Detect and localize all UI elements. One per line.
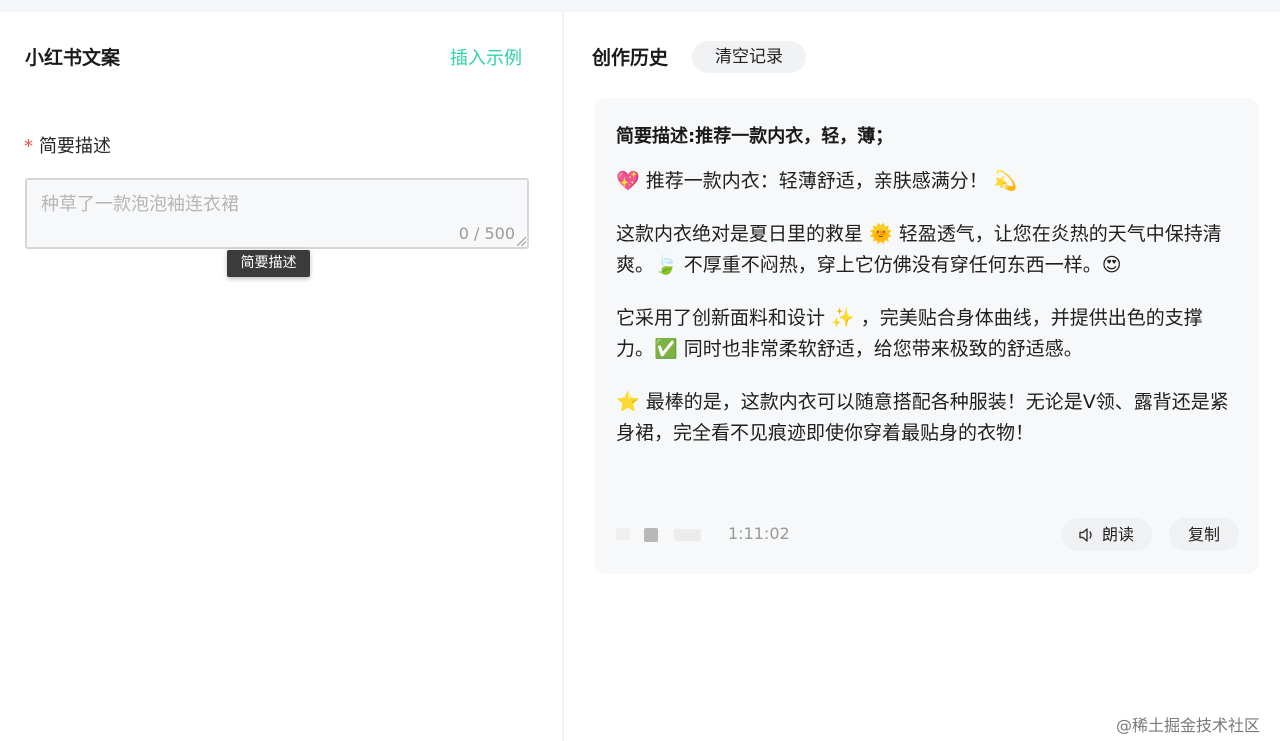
resize-handle-icon[interactable]: [517, 237, 526, 246]
panel-title: 小红书文案: [25, 47, 121, 69]
copy-button[interactable]: 复制: [1169, 518, 1239, 551]
card-paragraph: 💖 推荐一款内衣：轻薄舒适，亲肤感满分！ 💫: [616, 170, 1018, 192]
card-paragraph: ⭐ 最棒的是，这款内衣可以随意搭配各种服装！无论是V领、露背还是紧身裙，完全看不…: [616, 391, 1229, 444]
card-paragraph: 它采用了创新面料和设计 ✨ ，完美贴合身体曲线，并提供出色的支撑力。✅ 同时也非…: [616, 307, 1203, 360]
char-counter: 0 / 500: [458, 224, 515, 243]
required-mark: *: [24, 136, 33, 157]
read-aloud-button[interactable]: 朗读: [1062, 518, 1152, 551]
tooltip: 简要描述: [227, 250, 310, 277]
history-title: 创作历史: [592, 47, 669, 69]
description-label-text: 简要描述: [39, 136, 111, 157]
read-aloud-label: 朗读: [1102, 525, 1135, 544]
insert-example-link[interactable]: 插入示例: [450, 44, 522, 70]
clear-history-button[interactable]: 清空记录: [692, 41, 806, 73]
description-label: * 简要描述: [24, 132, 111, 158]
card-paragraph: 这款内衣绝对是夏日里的救星 🌞 轻盈透气，让您在炎热的天气中保持清爽。🍃 不厚重…: [616, 223, 1222, 276]
blurred-meta: [644, 528, 658, 542]
speaker-icon: [1079, 528, 1092, 542]
history-card: 简要描述:推荐一款内衣，轻，薄； 💖 推荐一款内衣：轻薄舒适，亲肤感满分！ 💫 …: [594, 98, 1259, 574]
panel-divider: [562, 12, 564, 741]
blurred-meta: [674, 529, 701, 541]
textarea-placeholder: 种草了一款泡泡袖连衣裙: [41, 194, 239, 215]
watermark: @稀土掘金技术社区: [1116, 716, 1261, 735]
top-band: [0, 0, 1280, 12]
card-heading: 简要描述:推荐一款内衣，轻，薄；: [616, 126, 894, 147]
blurred-meta: [616, 528, 630, 540]
description-textarea[interactable]: 种草了一款泡泡袖连衣裙 0 / 500: [25, 178, 529, 249]
card-timestamp: 1:11:02: [728, 524, 790, 543]
card-body: 💖 推荐一款内衣：轻薄舒适，亲肤感满分！ 💫 这款内衣绝对是夏日里的救星 🌞 轻…: [616, 166, 1236, 471]
